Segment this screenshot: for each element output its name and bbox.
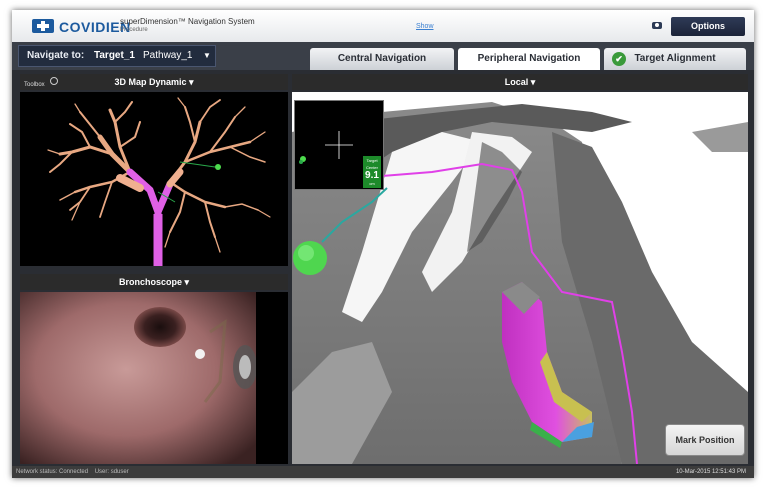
tab-target-alignment-label: Target Alignment xyxy=(634,53,716,64)
target-name: Target_1 xyxy=(94,50,135,61)
tab-target-alignment[interactable]: ✔ Target Alignment xyxy=(604,48,746,70)
network-user-status: Network status: Connected User: sduser xyxy=(16,466,129,478)
target-minimap: Target Center 9.1 cm xyxy=(294,100,384,190)
toolbox-icon[interactable] xyxy=(50,77,58,85)
tab-central-navigation[interactable]: Central Navigation xyxy=(310,48,454,70)
pathway-name: Pathway_1 xyxy=(143,50,193,61)
mark-position-button[interactable]: Mark Position xyxy=(665,424,745,456)
target-center-label-1: Target xyxy=(366,158,378,163)
tab-peripheral-navigation[interactable]: Peripheral Navigation xyxy=(458,48,600,70)
show-link[interactable]: Show xyxy=(416,23,434,30)
checkmark-icon: ✔ xyxy=(612,52,626,66)
map-panel-header: Toolbox 3D Map Dynamic ▾ xyxy=(20,74,288,90)
target-distance-unit: cm xyxy=(369,181,375,186)
app-window: COVIDIEN superDimension™ Navigation Syst… xyxy=(12,10,754,478)
options-button[interactable]: Options xyxy=(671,17,745,36)
system-title: superDimension™ Navigation System Proced… xyxy=(120,17,255,33)
local-panel-header: Local ▾ xyxy=(292,74,748,90)
airway-tree-icon xyxy=(47,97,271,270)
network-status: Network status: Connected xyxy=(16,469,89,475)
navigate-to-label: Navigate to: xyxy=(27,50,85,61)
camera-icon[interactable] xyxy=(652,22,662,29)
map-panel-title[interactable]: 3D Map Dynamic ▾ xyxy=(114,77,193,87)
app-header: COVIDIEN superDimension™ Navigation Syst… xyxy=(12,10,754,42)
target-distance: 9.1 xyxy=(365,170,379,181)
covidien-logo-icon xyxy=(32,19,54,33)
bronchoscope-image xyxy=(20,292,288,464)
user-status: User: sduser xyxy=(94,469,129,475)
navigation-bar: Navigate to: Target_1 Pathway_1 ▼ Centra… xyxy=(12,42,754,70)
chevron-down-icon: ▼ xyxy=(203,51,211,60)
3d-map-view[interactable] xyxy=(20,92,288,270)
system-name: superDimension™ Navigation System xyxy=(120,17,255,26)
system-subtitle: Procedure xyxy=(120,27,148,33)
bronchoscope-panel-title[interactable]: Bronchoscope ▾ xyxy=(119,277,189,287)
status-datetime: 10-Mar-2015 12:51:43 PM xyxy=(675,469,746,475)
navigate-to-dropdown[interactable]: Navigate to: Target_1 Pathway_1 ▼ xyxy=(18,45,216,67)
status-bar: Network status: Connected User: sduser 1… xyxy=(12,466,754,478)
toolbox-label[interactable]: Toolbox xyxy=(24,77,45,93)
bronchoscope-panel-header: Bronchoscope ▾ xyxy=(20,274,288,290)
bronchoscope-video xyxy=(20,292,288,464)
target-center-indicator: Target Center 9.1 cm xyxy=(363,156,381,188)
local-panel-title[interactable]: Local ▾ xyxy=(505,77,536,87)
local-navigation-view[interactable]: Target Center 9.1 cm Mark Position xyxy=(292,92,748,464)
